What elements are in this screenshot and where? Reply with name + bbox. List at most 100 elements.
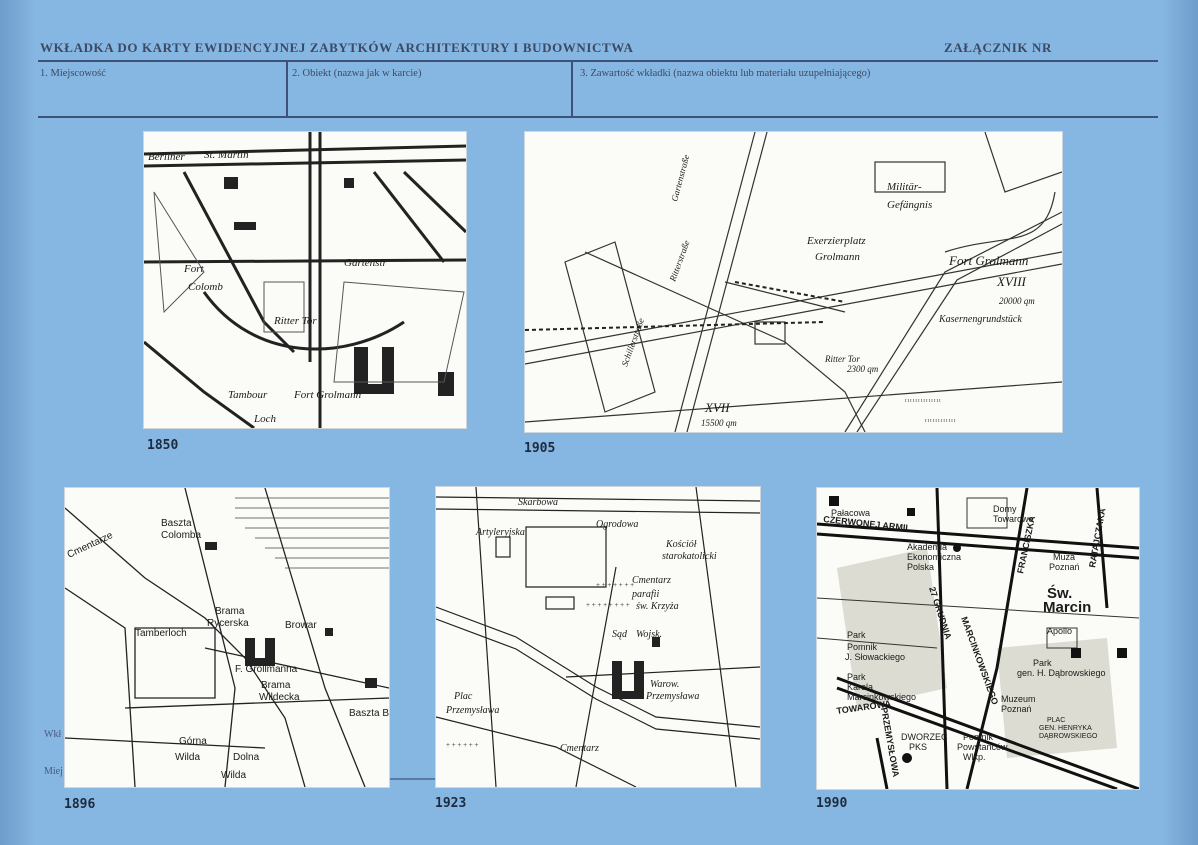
map-1923-label: Artyleryjska: [475, 527, 525, 538]
map-1905-label: XVII: [704, 400, 730, 415]
header-rule-top: [38, 60, 1158, 62]
map-1990-label: Marcin: [1043, 599, 1091, 616]
map-1905-label: Grolmann: [815, 251, 860, 263]
map-year-1850: 1850: [147, 438, 179, 453]
map-1905-label: Ritterstraße: [667, 239, 691, 284]
map-1923-label: Plac: [453, 691, 473, 702]
map-1923-label: starokatolicki: [662, 551, 717, 562]
svg-text:t t t t t t t t t t t t t t: t t t t t t t t t t t t t t: [905, 399, 941, 404]
header-rule-bottom: [38, 116, 1158, 118]
map-1990-label: DWORZEC: [901, 732, 948, 742]
map-1990-label: PLAC: [1047, 717, 1065, 724]
map-1850-label: Tambour: [228, 389, 268, 401]
map-1896-label: F. Grollmanna: [235, 664, 298, 675]
svg-text:+ + + + + +: + + + + + +: [446, 741, 478, 749]
map-1850-label: Colomb: [188, 281, 223, 293]
map-1990-label: Polska: [907, 562, 934, 572]
map-1990-label: Park: [847, 672, 866, 682]
map-1990-label: PKS: [909, 742, 927, 752]
map-1923-label: parafii: [631, 589, 659, 600]
map-1896-label: Górna: [179, 736, 207, 747]
map-1905-label: Gartenstraße: [669, 154, 691, 203]
map-1990-label: Akademia: [907, 542, 947, 552]
map-1850-label: Fort: [183, 263, 205, 275]
map-1905-drawing: t t t t t t t t t t t t t t t t t t t t …: [525, 132, 1062, 432]
map-1923-label: Cmentarz: [560, 743, 599, 754]
map-1905-label: XVIII: [996, 274, 1027, 289]
map-1896-label: Tamberloch: [135, 628, 187, 639]
map-1905-label: Fort Grolmann: [948, 253, 1028, 268]
map-1905-label: 15500 qm: [701, 418, 737, 428]
map-1850-label: Ritter Tor: [273, 315, 317, 327]
map-1990-label: Muza: [1053, 552, 1075, 562]
underlying-rule: [390, 778, 436, 780]
map-1990-label: MARCINKOWSKIEGO: [959, 615, 1000, 706]
map-1896-label: Dolna: [233, 752, 260, 763]
map-year-1896: 1896: [64, 797, 96, 812]
field-locality-label: 1. Miejscowość: [40, 68, 106, 79]
form-title: WKŁADKA DO KARTY EWIDENCYJNEJ ZABYTKÓW A…: [40, 40, 634, 55]
map-1990-label: Poznań: [1001, 704, 1032, 714]
map-1923-label: Sąd: [612, 629, 628, 640]
map-1896-label: Colomba: [161, 530, 201, 541]
map-photo-1990: Pałacowa Akademia Ekonomiczna Polska Dom…: [817, 488, 1139, 789]
map-1990-label: RATAJCZAKA: [1087, 507, 1107, 568]
attachment-number-label: ZAŁĄCZNIK NR: [944, 40, 1052, 55]
map-1850-label: St. Martin: [204, 149, 249, 161]
map-1990-label: Apollo: [1047, 626, 1072, 636]
map-1896-label: Baszta: [161, 518, 192, 529]
map-1990-label: Karola: [847, 682, 873, 692]
map-1990-label: Domy: [993, 504, 1017, 514]
map-1850-label: Loch: [253, 413, 277, 425]
map-1905-label: Ritter Tor: [824, 354, 860, 364]
map-1850-drawing: Berliner St. Martin Fort Colomb Ritter T…: [144, 132, 466, 428]
map-1923-drawing: + + + + + + + + + + + + + + + + + + + + …: [436, 487, 760, 787]
svg-text:+ + + + + + + +: + + + + + + + +: [586, 601, 630, 609]
map-1905-label: 20000 qm: [999, 296, 1035, 306]
svg-text:+ + + + + + +: + + + + + + +: [596, 581, 634, 589]
map-1990-label: Pomnik: [847, 642, 878, 652]
map-1896-label: Baszta Br: [349, 708, 389, 719]
map-1990-label: Park: [1033, 658, 1052, 668]
map-1923-label: Przemysława: [645, 691, 699, 702]
map-1923-label: Ogrodowa: [596, 519, 638, 530]
map-year-1990: 1990: [816, 796, 848, 811]
map-1923-label: Wojsk.: [636, 629, 662, 640]
map-1896-label: Brama: [215, 606, 245, 617]
field-object-label: 2. Obiekt (nazwa jak w karcie): [292, 68, 422, 79]
map-1896-label: Browar: [285, 620, 317, 631]
map-1923-label: św. Krzyża: [636, 601, 679, 612]
map-1905-label: Exerzierplatz: [806, 235, 866, 247]
field-divider-1: [286, 60, 288, 117]
map-1990-label: gen. H. Dąbrowskiego: [1017, 668, 1106, 678]
map-1896-label: Wilda: [221, 770, 246, 781]
field-divider-2: [571, 60, 573, 117]
map-1990-label: GEN. HENRYKA: [1039, 725, 1092, 732]
map-1923-label: Przemysława: [445, 705, 499, 716]
map-1923-label: Kościół: [665, 539, 697, 550]
map-1905-label: Militär-: [886, 181, 922, 193]
map-1990-label: DĄBROWSKIEGO: [1039, 733, 1098, 740]
map-year-1905: 1905: [524, 441, 556, 456]
map-1990-label: Park: [847, 630, 866, 640]
map-1923-label: Skarbowa: [518, 497, 558, 508]
map-1990-label: Ekonomiczna: [907, 552, 961, 562]
map-1896-label: Rycerska: [207, 618, 249, 629]
map-1850-label: Berliner: [148, 151, 185, 163]
map-1850-label: Fort Grolmann: [293, 389, 362, 401]
map-1923-label: Warow.: [650, 679, 679, 690]
map-photo-1923: + + + + + + + + + + + + + + + + + + + + …: [436, 487, 760, 787]
underlying-field-label-1: Wkł: [44, 729, 62, 740]
map-1990-label: Muzeum: [1001, 694, 1036, 704]
map-1990-label: Wlkp.: [963, 752, 986, 762]
map-photo-1905: t t t t t t t t t t t t t t t t t t t t …: [525, 132, 1062, 432]
map-photo-1850: Berliner St. Martin Fort Colomb Ritter T…: [144, 132, 466, 428]
map-1990-label: J. Słowackiego: [845, 652, 905, 662]
map-year-1923: 1923: [435, 796, 467, 811]
map-1990-label: Poznań: [1049, 562, 1080, 572]
map-1990-drawing: Pałacowa Akademia Ekonomiczna Polska Dom…: [817, 488, 1139, 789]
svg-text:t t t t t t t t t t t t: t t t t t t t t t t t t: [925, 419, 956, 424]
map-1990-label: Powstańców: [957, 742, 1008, 752]
map-photo-1896: Baszta Colomba Cmentarze Tamberloch Bram…: [65, 488, 389, 787]
map-1923-label: Cmentarz: [632, 575, 671, 586]
